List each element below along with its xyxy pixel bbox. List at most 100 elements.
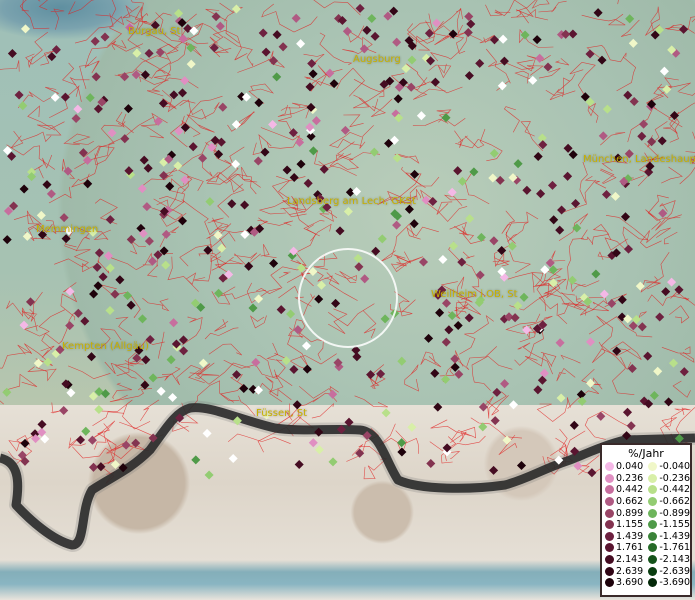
station-marker[interactable] [231, 159, 241, 169]
station-marker[interactable] [115, 275, 125, 285]
station-marker[interactable] [93, 281, 103, 291]
station-marker[interactable] [508, 400, 519, 410]
station-marker[interactable] [80, 316, 90, 326]
station-marker[interactable] [444, 325, 454, 335]
station-marker[interactable] [457, 257, 467, 267]
station-marker[interactable] [533, 385, 543, 395]
station-marker[interactable] [305, 82, 315, 92]
station-marker[interactable] [186, 43, 196, 53]
station-marker[interactable] [585, 337, 596, 347]
station-marker[interactable] [123, 104, 133, 114]
station-marker[interactable] [123, 291, 133, 301]
station-marker[interactable] [140, 380, 150, 390]
station-marker[interactable] [360, 274, 370, 284]
station-marker[interactable] [418, 257, 429, 267]
station-marker[interactable] [370, 31, 380, 41]
station-marker[interactable] [568, 150, 578, 160]
station-marker[interactable] [291, 13, 301, 23]
station-marker[interactable] [78, 148, 88, 158]
station-marker[interactable] [510, 313, 520, 323]
station-marker[interactable] [602, 104, 612, 114]
station-marker[interactable] [121, 440, 131, 450]
station-marker[interactable] [513, 301, 523, 311]
station-marker[interactable] [92, 262, 102, 272]
station-marker[interactable] [14, 90, 24, 100]
station-marker[interactable] [96, 462, 106, 472]
station-marker[interactable] [653, 366, 663, 376]
station-marker[interactable] [569, 420, 579, 430]
station-marker[interactable] [393, 94, 403, 104]
station-marker[interactable] [475, 270, 485, 280]
station-marker[interactable] [497, 245, 507, 256]
station-marker[interactable] [457, 176, 467, 186]
station-marker[interactable] [441, 337, 451, 347]
station-marker[interactable] [215, 21, 225, 31]
station-marker[interactable] [91, 72, 101, 82]
station-marker[interactable] [352, 352, 362, 362]
station-marker[interactable] [625, 14, 635, 24]
station-marker[interactable] [563, 143, 573, 153]
station-marker[interactable] [464, 313, 474, 323]
map-canvas[interactable]: Burgau, St Augsburg München, Landeshaup … [0, 0, 695, 600]
station-marker[interactable] [66, 388, 76, 398]
station-marker[interactable] [488, 173, 498, 183]
station-marker[interactable] [548, 278, 558, 288]
station-marker[interactable] [331, 298, 341, 308]
station-marker[interactable] [397, 447, 407, 457]
station-marker[interactable] [535, 53, 545, 63]
station-marker[interactable] [343, 206, 353, 217]
station-marker[interactable] [392, 37, 402, 47]
station-marker[interactable] [177, 88, 188, 98]
station-marker[interactable] [248, 303, 258, 313]
station-marker[interactable] [46, 189, 56, 199]
station-marker[interactable] [144, 236, 154, 246]
station-marker[interactable] [268, 119, 278, 130]
station-marker[interactable] [610, 191, 621, 201]
station-marker[interactable] [258, 28, 268, 38]
station-marker[interactable] [272, 72, 282, 82]
station-marker[interactable] [572, 223, 582, 233]
station-marker[interactable] [664, 397, 674, 407]
station-marker[interactable] [81, 426, 91, 436]
station-marker[interactable] [519, 292, 529, 302]
station-marker[interactable] [416, 111, 426, 121]
station-marker[interactable] [499, 56, 509, 66]
station-marker[interactable] [217, 243, 227, 253]
station-marker[interactable] [153, 116, 163, 126]
station-marker[interactable] [254, 98, 264, 108]
station-marker[interactable] [366, 370, 376, 380]
station-marker[interactable] [73, 104, 83, 114]
station-marker[interactable] [20, 438, 30, 448]
station-marker[interactable] [110, 289, 120, 299]
station-marker[interactable] [131, 438, 141, 448]
station-marker[interactable] [635, 281, 645, 291]
station-marker[interactable] [441, 298, 452, 308]
station-marker[interactable] [626, 421, 636, 431]
station-marker[interactable] [227, 199, 237, 209]
station-marker[interactable] [520, 30, 530, 40]
station-marker[interactable] [489, 236, 499, 246]
station-marker[interactable] [367, 13, 377, 24]
station-marker[interactable] [438, 254, 448, 265]
station-marker[interactable] [598, 131, 608, 141]
station-marker[interactable] [469, 167, 479, 177]
station-marker[interactable] [311, 116, 321, 126]
station-marker[interactable] [65, 321, 75, 331]
station-marker[interactable] [352, 186, 362, 197]
station-marker[interactable] [392, 220, 402, 230]
station-marker[interactable] [516, 460, 527, 471]
selection-circle[interactable] [298, 248, 398, 348]
station-marker[interactable] [447, 187, 457, 197]
station-marker[interactable] [464, 71, 474, 81]
station-marker[interactable] [231, 119, 241, 130]
station-marker[interactable] [464, 11, 474, 22]
station-marker[interactable] [302, 364, 312, 374]
station-marker[interactable] [555, 338, 565, 348]
station-marker[interactable] [495, 175, 505, 185]
station-marker[interactable] [308, 438, 318, 448]
station-marker[interactable] [308, 69, 318, 79]
station-marker[interactable] [369, 147, 379, 157]
station-marker[interactable] [148, 373, 158, 383]
station-marker[interactable] [296, 39, 306, 49]
station-marker[interactable] [100, 32, 110, 42]
